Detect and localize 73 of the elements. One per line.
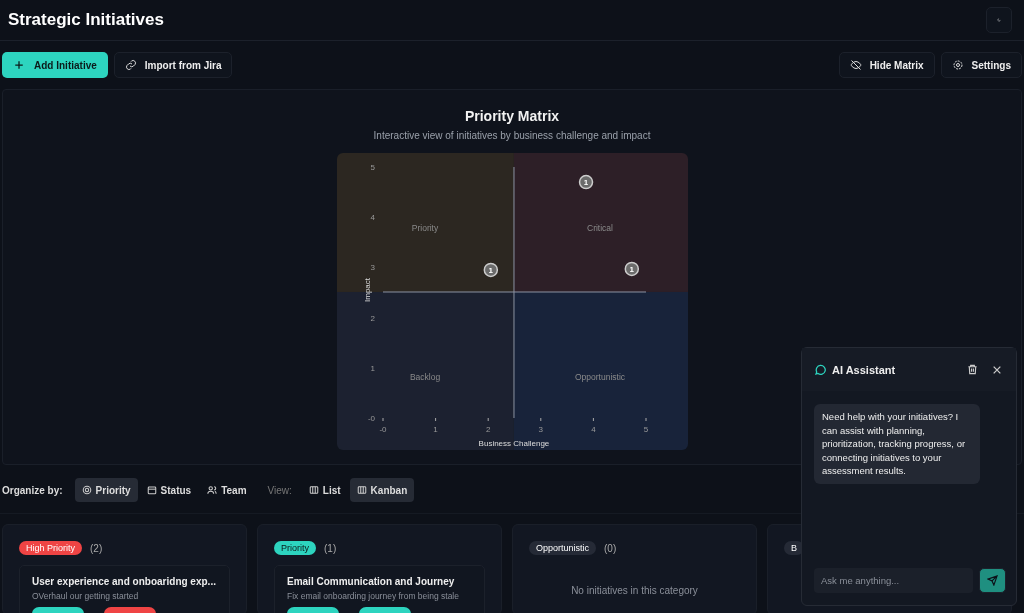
x-tick-label: 3 [538, 425, 543, 434]
y-tick-label: 4 [370, 213, 375, 223]
target-icon [81, 485, 92, 495]
tick-mark [539, 417, 541, 422]
organize-option[interactable]: Status [139, 478, 199, 502]
y-tick-label: 3 [370, 263, 375, 273]
close-icon [992, 364, 1002, 375]
y-tick-label: 1 [370, 363, 375, 373]
page-title: Strategic Initiatives [8, 10, 164, 30]
category-badge: Opportunistic [529, 541, 597, 555]
tick-mark [382, 417, 383, 422]
x-tick-label: -0 [378, 425, 387, 434]
initiative-marker[interactable]: 1 [578, 174, 593, 190]
initiative-card[interactable]: Email Communication and Journey Fix email onboarding journey from being stale [274, 565, 485, 613]
tick-mark [645, 417, 646, 422]
message-input[interactable]: Ask me anything... [814, 568, 973, 593]
y-tick-label: -0 [367, 414, 375, 423]
card-description: Fix email onboarding journey from being stale [287, 591, 460, 601]
hide-matrix-button[interactable]: Hide Matrix [838, 52, 935, 78]
quadrant-label: Priority [411, 223, 438, 233]
theme-toggle-button[interactable] [986, 7, 1012, 33]
category-badge: High Priority [19, 541, 82, 555]
initiative-card[interactable]: User experience and onboaridng exp... OVerhaul our getting started [19, 565, 230, 613]
x-tick-label: 2 [485, 425, 490, 434]
organize-option[interactable]: Team [200, 478, 254, 502]
item-count: (0) [604, 542, 617, 554]
add-initiative-button[interactable]: Add Initiative [2, 52, 108, 78]
view-option[interactable]: Kanban [349, 478, 415, 502]
quadrant-label: Critical [586, 223, 613, 233]
x-tick-label: 4 [590, 425, 596, 434]
quadrant-label: Backlog [409, 372, 440, 382]
users-icon [207, 485, 218, 495]
view-option[interactable]: List [301, 478, 348, 502]
initiative-marker[interactable]: 1 [483, 262, 498, 278]
card-title: Email Communication and Journey [287, 576, 456, 587]
item-count: (1) [324, 542, 337, 554]
settings-button[interactable]: Settings [940, 52, 1022, 78]
x-tick-label: 1 [432, 425, 438, 434]
matrix-title: Priority Matrix [464, 108, 560, 124]
tick-mark [487, 417, 489, 422]
matrix-subtitle: Interactive view of initiatives by business challenge and impact [373, 130, 651, 141]
send-icon [987, 575, 998, 586]
x-axis-title: Business Challenge [478, 439, 549, 448]
organize-label: Organize by: [2, 484, 63, 496]
send-button[interactable] [979, 568, 1006, 593]
eye-off-icon [849, 59, 862, 71]
view-label: View: [267, 484, 292, 496]
tick-mark [592, 417, 594, 422]
columns-icon [308, 485, 319, 495]
assistant-title: AI Assistant [832, 363, 897, 376]
x-tick-label: 5 [643, 425, 648, 434]
y-tick-label: 2 [370, 313, 375, 323]
card-description: OVerhaul our getting started [32, 591, 140, 601]
item-count: (2) [90, 542, 103, 554]
y-axis-title: Impact [362, 278, 372, 302]
category-badge: Priority [274, 541, 316, 555]
quadrant-label: Opportunistic [574, 372, 625, 382]
organize-option[interactable]: Priority [74, 478, 138, 502]
settings-icon [951, 59, 964, 71]
empty-message: No initiatives in this category [570, 585, 699, 596]
assistant-message: Need help with your initiatives? I can assist with planning, prioritization, tracking progress, or connecting initiatives to your assessment results. [814, 404, 980, 484]
initiative-marker[interactable]: 1 [624, 261, 639, 277]
y-tick-label: 5 [370, 163, 375, 172]
category-badge: B [784, 541, 804, 555]
chat-icon [814, 363, 826, 376]
link-icon [124, 59, 137, 71]
import-button[interactable]: Import from Jira [113, 52, 233, 78]
columns-icon [356, 485, 367, 495]
trash-icon [967, 364, 978, 375]
plus-icon [14, 60, 24, 70]
tick-mark [434, 417, 436, 422]
calendar-icon [146, 485, 157, 495]
card-title: User experience and onboaridng exp... [32, 576, 217, 587]
